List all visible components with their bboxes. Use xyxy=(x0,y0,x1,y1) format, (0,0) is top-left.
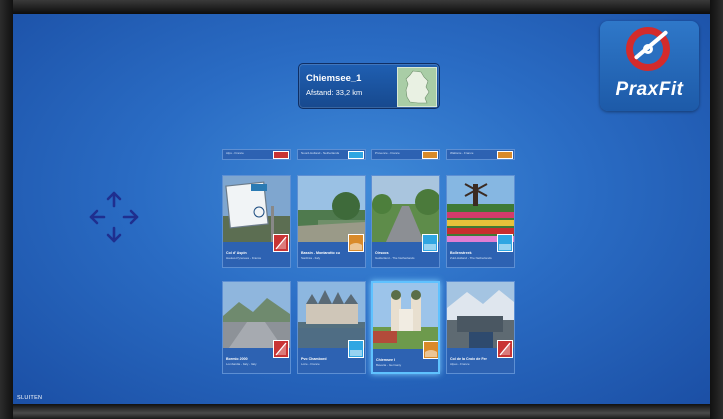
route-photo xyxy=(372,176,439,242)
route-tile-title: Oirsoos xyxy=(375,251,389,255)
route-tile-partial[interactable]: Wallonie - France xyxy=(446,149,515,160)
selected-route-card: Chiemsee_1 Afstand: 33,2 km xyxy=(298,63,440,109)
route-tile[interactable]: Bollenstreek Zuid-Holland - The Netherlan… xyxy=(446,175,515,268)
route-tile-subtitle: Hautes-Pyrenees - France xyxy=(226,256,262,260)
route-tile-title: Pvo Chambord xyxy=(301,357,327,361)
route-tile-subtitle: Noord-Holland - Netherlands xyxy=(301,151,340,155)
route-photo xyxy=(447,282,514,348)
close-button[interactable]: SLUITEN xyxy=(17,395,42,401)
route-type-badge-icon xyxy=(423,341,438,359)
route-photo xyxy=(223,282,290,348)
germany-map-icon xyxy=(397,67,437,107)
monitor-bezel-left xyxy=(0,0,13,419)
route-tile-title: Bormio 2000 xyxy=(226,357,248,361)
route-title: Chiemsee_1 xyxy=(306,73,362,84)
route-tile[interactable]: Pvo Chambord Loire - France xyxy=(297,281,366,374)
route-tile-partial[interactable]: Provence - France xyxy=(371,149,440,160)
route-type-badge-icon xyxy=(348,234,364,252)
route-photo xyxy=(373,283,438,349)
route-tile[interactable]: Oirsoos Gelderland - The Netherlands xyxy=(371,175,440,268)
route-tile-subtitle: Lombardia - Italy - Italy xyxy=(226,362,257,366)
route-type-badge-icon xyxy=(273,234,289,252)
route-tile[interactable]: Chiemsee I Bavaria - Germany xyxy=(371,281,440,374)
route-distance: Afstand: 33,2 km xyxy=(306,88,363,97)
route-photo xyxy=(298,282,365,348)
route-type-badge-icon xyxy=(422,234,438,252)
route-tile-title: Bollenstreek xyxy=(450,251,472,255)
route-tile[interactable]: Bassin - Montarotto cu Sardinia - Italy xyxy=(297,175,366,268)
route-tile-title: Col d' Aspin xyxy=(226,251,247,255)
route-tile-title: Col de la Croix de Fer xyxy=(450,357,487,361)
route-tile-subtitle: Alps - France xyxy=(226,151,244,155)
route-tile-subtitle: Sardinia - Italy xyxy=(301,256,321,260)
route-photo xyxy=(298,176,365,242)
route-type-badge-icon xyxy=(348,340,364,358)
praxfit-logo: PraxFit xyxy=(600,21,699,111)
route-tile-subtitle: Loire - France xyxy=(301,362,320,366)
route-tile[interactable]: Bormio 2000 Lombardia - Italy - Italy xyxy=(222,281,291,374)
route-tile-subtitle: Zuid-Holland - The Netherlands xyxy=(450,256,492,260)
route-type-badge-icon xyxy=(348,151,364,159)
route-tile-subtitle: Bavaria - Germany xyxy=(376,363,402,367)
route-tile-subtitle: Gelderland - The Netherlands xyxy=(375,256,415,260)
monitor-bezel-right xyxy=(710,0,723,419)
route-tile-subtitle: Provence - France xyxy=(375,151,400,155)
logo-text: PraxFit xyxy=(615,79,684,100)
route-type-badge-icon xyxy=(273,151,289,159)
route-tile-title: Bassin - Montarotto cu xyxy=(301,251,340,255)
route-tile[interactable]: Col de la Croix de Fer Alpes - France xyxy=(446,281,515,374)
move-arrows-icon[interactable] xyxy=(86,187,142,247)
monitor-bezel-top xyxy=(0,0,723,14)
route-type-badge-icon xyxy=(497,234,513,252)
route-type-badge-icon xyxy=(273,340,289,358)
monitor-bezel-bottom xyxy=(0,404,723,419)
route-type-badge-icon xyxy=(497,340,513,358)
route-tile-title: Chiemsee I xyxy=(376,358,395,362)
route-type-badge-icon xyxy=(422,151,438,159)
route-selection-screen: PraxFit Chiemsee_1 Afstand: 33,2 km Alps… xyxy=(13,14,710,404)
route-tile[interactable]: Col d' Aspin Hautes-Pyrenees - France xyxy=(222,175,291,268)
route-type-badge-icon xyxy=(497,151,513,159)
route-tile-partial[interactable]: Alps - France xyxy=(222,149,291,160)
route-tile-partial[interactable]: Noord-Holland - Netherlands xyxy=(297,149,366,160)
route-photo xyxy=(223,176,290,242)
route-tile-subtitle: Wallonie - France xyxy=(450,151,474,155)
route-tile-subtitle: Alpes - France xyxy=(450,362,470,366)
route-photo xyxy=(447,176,514,242)
